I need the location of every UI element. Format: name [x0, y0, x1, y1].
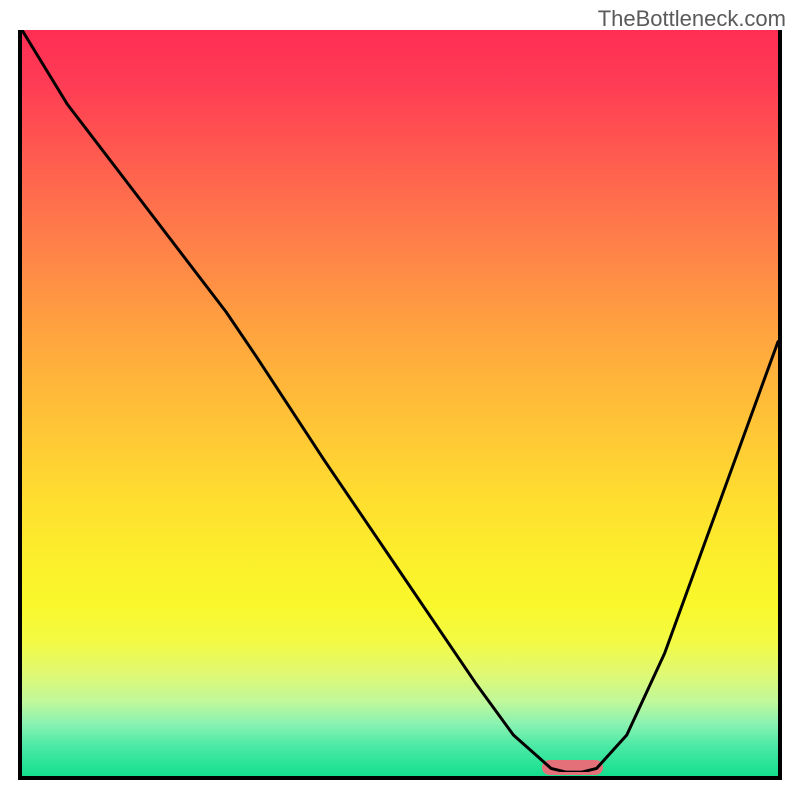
chart-container: TheBottleneck.com [0, 0, 800, 800]
watermark-text: TheBottleneck.com [598, 6, 786, 32]
curve-path [22, 30, 778, 772]
bottleneck-curve [22, 30, 778, 772]
plot-frame [18, 30, 782, 780]
